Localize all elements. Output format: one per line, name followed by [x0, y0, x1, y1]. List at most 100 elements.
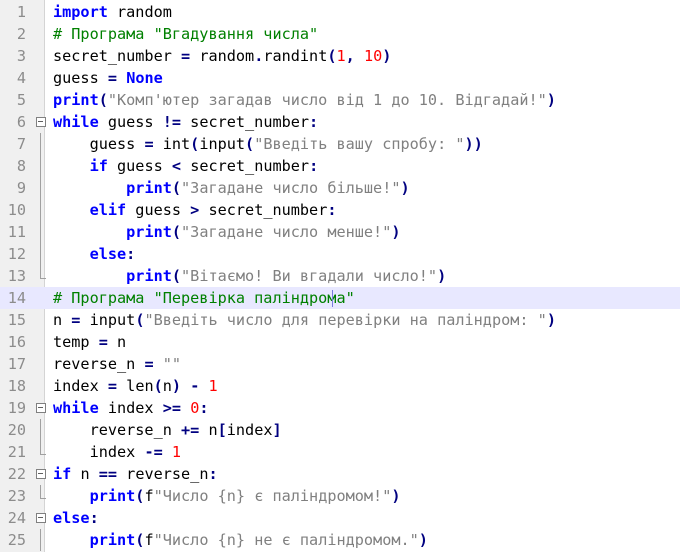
code-token: :: [327, 201, 337, 219]
line-number: 13: [7, 267, 26, 285]
code-token: -=: [144, 443, 163, 461]
code-line[interactable]: 13 print("Вітаємо! Ви вгадали число!"): [0, 265, 680, 287]
line-number: 12: [7, 245, 26, 263]
code-line[interactable]: 6 while guess != secret_number:: [0, 111, 680, 133]
line-number: 25: [7, 531, 26, 549]
code-line[interactable]: 12 else:: [0, 243, 680, 265]
code-token: >=: [162, 399, 182, 417]
code-line[interactable]: 8 if guess < secret_number:: [0, 155, 680, 177]
code-token: ): [437, 267, 447, 285]
line-number: 21: [7, 443, 26, 461]
code-token: else: [89, 245, 127, 263]
code-token: else: [53, 509, 90, 527]
code-token: "Введіть вашу спробу: ": [254, 135, 465, 153]
text-caret: [331, 290, 333, 307]
code-text: while guess != secret_number:: [53, 111, 318, 133]
code-token: if: [89, 157, 108, 175]
code-line[interactable]: 24 else:: [0, 507, 680, 529]
code-line[interactable]: 19 while index >= 0:: [0, 397, 680, 419]
fold-guide: [36, 265, 46, 287]
code-token: randint: [263, 47, 328, 65]
line-number: 6: [16, 113, 26, 131]
code-line[interactable]: 2 # Програма "Вгадування числа": [0, 23, 680, 45]
code-token: 10: [363, 47, 383, 65]
code-token: print: [53, 91, 99, 109]
code-token: (: [171, 179, 182, 197]
code-text: temp = n: [53, 331, 126, 353]
fold-guide: [36, 199, 46, 221]
line-number: 15: [7, 311, 26, 329]
fold-toggle-icon[interactable]: [36, 111, 46, 133]
code-token: print: [89, 487, 136, 505]
code-token: "Число {n} не є паліндромом.": [153, 531, 419, 549]
code-token: f: [144, 531, 154, 549]
code-line[interactable]: 11 print("Загадане число менше!"): [0, 221, 680, 243]
code-token: n: [71, 465, 99, 483]
line-number: 23: [7, 487, 26, 505]
code-token: (: [190, 135, 200, 153]
fold-toggle-icon[interactable]: [36, 463, 46, 485]
code-text: else:: [53, 243, 136, 265]
code-token: len: [117, 377, 154, 395]
code-token: index: [53, 377, 108, 395]
code-line[interactable]: 22 if n == reverse_n:: [0, 463, 680, 485]
code-line[interactable]: 4 guess = None: [0, 67, 680, 89]
line-number: 7: [16, 135, 26, 153]
code-token: (: [171, 223, 182, 241]
code-text: elif guess > secret_number:: [53, 199, 337, 221]
code-token: ): [546, 311, 556, 329]
code-line[interactable]: 17 reverse_n = "": [0, 353, 680, 375]
code-text: print("Загадане число менше!"): [53, 221, 400, 243]
code-line[interactable]: 10 elif guess > secret_number:: [0, 199, 680, 221]
code-token: :: [208, 465, 218, 483]
code-text: reverse_n += n[index]: [53, 419, 282, 441]
fold-toggle-icon[interactable]: [36, 397, 46, 419]
code-line[interactable]: 7 guess = int(input("Введіть вашу спробу…: [0, 133, 680, 155]
code-line[interactable]: 14 # Програма "Перевірка паліндрома": [0, 287, 680, 309]
code-line[interactable]: 23 print(f"Число {n} є паліндромом!"): [0, 485, 680, 507]
code-token: temp: [53, 333, 99, 351]
code-line[interactable]: 25 print(f"Число {n} не є паліндромом."): [0, 529, 680, 551]
code-token: print: [126, 179, 172, 197]
code-token: index: [98, 399, 163, 417]
code-token: (: [245, 135, 255, 153]
code-line[interactable]: 18 index = len(n) - 1: [0, 375, 680, 397]
line-number: 9: [16, 179, 26, 197]
code-line[interactable]: 16 temp = n: [0, 331, 680, 353]
fold-guide: [36, 529, 46, 551]
code-line[interactable]: 21 index -= 1: [0, 441, 680, 463]
code-token: 0: [190, 399, 200, 417]
code-token: # Програма "Перевірка паліндрома": [53, 289, 355, 307]
code-token: n: [107, 333, 127, 351]
code-token: reverse_n: [53, 355, 145, 373]
code-line[interactable]: 3 secret_number = random.randint(1, 10): [0, 45, 680, 67]
code-token: n: [199, 421, 218, 439]
code-line[interactable]: 15 n = input("Введіть число для перевірки…: [0, 309, 680, 331]
code-text: print(f"Число {n} є паліндромом!"): [53, 485, 401, 507]
code-token: guess: [126, 201, 191, 219]
code-line[interactable]: 5 print("Комп'ютер загадав число від 1 до…: [0, 89, 680, 111]
code-text: print(f"Число {n} не є паліндромом."): [53, 529, 428, 551]
code-token: !=: [162, 113, 182, 131]
line-number: 2: [16, 25, 26, 43]
code-token: reverse_n: [53, 421, 182, 439]
code-line[interactable]: 9 print("Загадане число більше!"): [0, 177, 680, 199]
fold-toggle-icon[interactable]: [36, 507, 46, 529]
code-token: "Введіть число для перевірки на паліндро…: [144, 311, 547, 329]
code-text: guess = None: [53, 67, 163, 89]
code-token: ): [391, 487, 401, 505]
code-token: secret_number: [181, 157, 310, 175]
code-token: # Програма "Вгадування числа": [53, 25, 319, 43]
code-token: 1: [208, 377, 218, 395]
line-number: 24: [7, 509, 26, 527]
code-editor[interactable]: 1 import random 2 # Програма "Вгадування чи…: [0, 0, 680, 552]
code-token: n: [53, 311, 72, 329]
code-line[interactable]: 1 import random: [0, 1, 680, 23]
code-token: ==: [98, 465, 118, 483]
code-token: :: [126, 245, 136, 263]
code-line[interactable]: 20 reverse_n += n[index]: [0, 419, 680, 441]
code-token: (: [153, 377, 163, 395]
